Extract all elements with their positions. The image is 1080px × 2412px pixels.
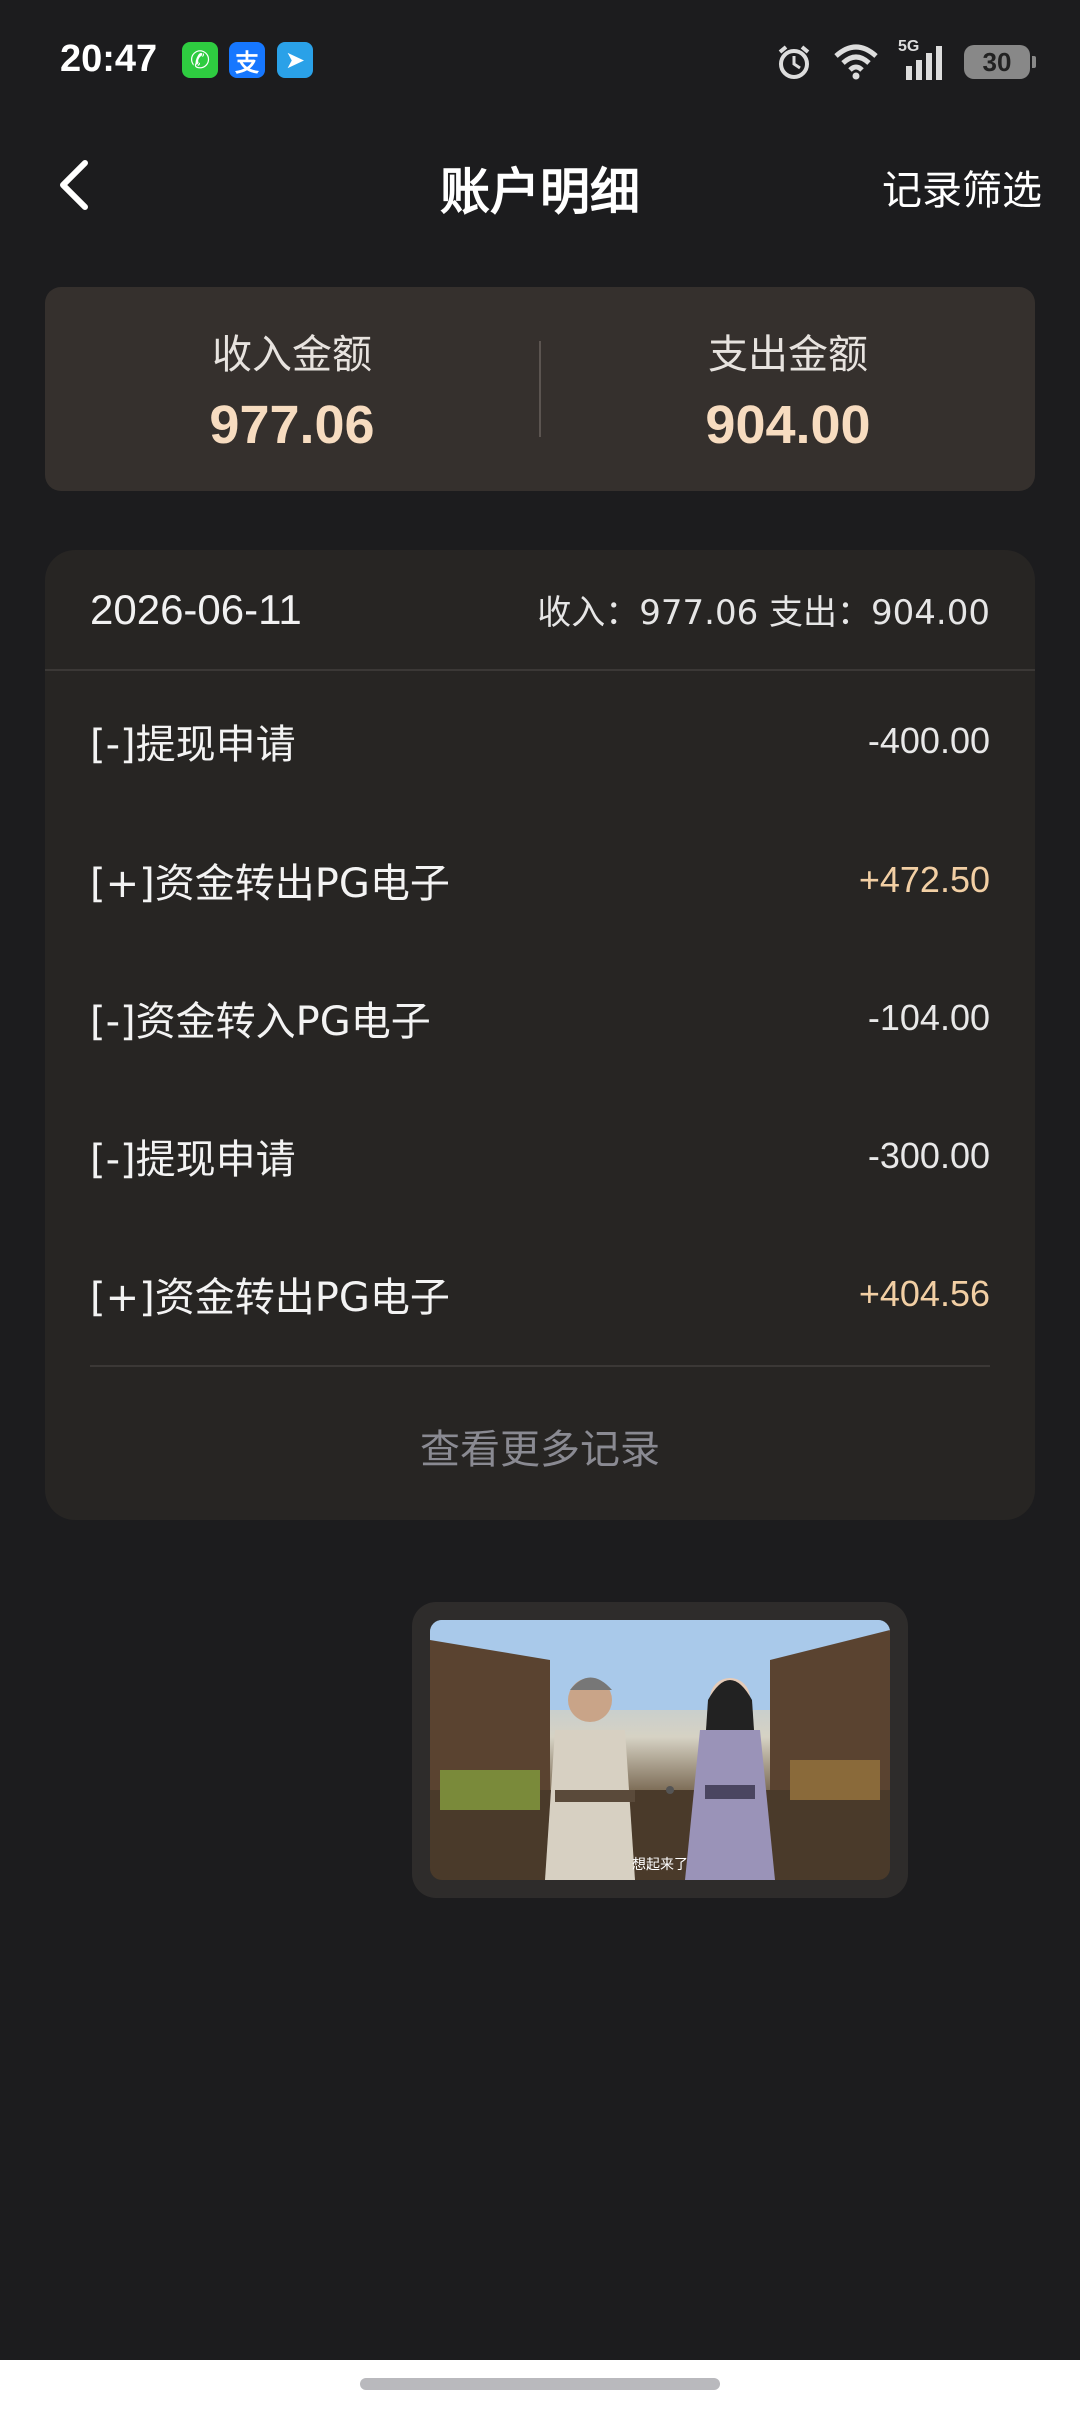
income-value: 977.06 bbox=[209, 395, 375, 455]
day-summary: 收入：977.06 支出：904.00 bbox=[537, 593, 990, 633]
summary-card: 收入金额 977.06 支出金额 904.00 bbox=[45, 287, 1035, 491]
view-more-records-button[interactable]: 查看更多记录 bbox=[45, 1417, 1035, 1475]
status-bar: 20:47 ✆ 支 ➤ 5G 30 bbox=[0, 0, 1080, 120]
income-summary: 收入金额 977.06 bbox=[45, 322, 539, 456]
expense-label: 支出金额 bbox=[708, 332, 868, 378]
records-divider bbox=[90, 1365, 990, 1367]
video-scene-illustration bbox=[430, 1620, 890, 1880]
income-label: 收入金额 bbox=[212, 332, 372, 378]
status-time: 20:47 bbox=[60, 38, 158, 80]
video-thumbnail: 想起来了 bbox=[430, 1620, 890, 1880]
expense-value: 904.00 bbox=[705, 395, 871, 455]
record-row[interactable]: [-]提现申请 -300.00 bbox=[90, 1087, 990, 1225]
records-card: 2026-06-11 收入：977.06 支出：904.00 [-]提现申请 -… bbox=[45, 550, 1035, 1520]
video-caption: 想起来了 bbox=[632, 1857, 688, 1873]
send-app-icon: ➤ bbox=[277, 42, 313, 78]
record-row[interactable]: [+]资金转出PG电子 +404.56 bbox=[90, 1225, 990, 1363]
record-row[interactable]: [+]资金转出PG电子 +472.50 bbox=[90, 811, 990, 949]
records-date-header: 2026-06-11 收入：977.06 支出：904.00 bbox=[45, 550, 1035, 671]
record-amount: -400.00 bbox=[867, 720, 990, 761]
phone-app-icon: ✆ bbox=[182, 42, 218, 78]
status-indicators: 5G 30 bbox=[774, 38, 1036, 86]
record-filter-button[interactable]: 记录筛选 bbox=[882, 158, 1042, 216]
record-amount: -300.00 bbox=[867, 1135, 990, 1176]
record-list: [-]提现申请 -400.00 [+]资金转出PG电子 +472.50 [-]资… bbox=[45, 671, 1035, 1363]
wifi-icon bbox=[834, 44, 878, 80]
record-amount: +404.56 bbox=[858, 1273, 990, 1314]
record-amount: +472.50 bbox=[858, 859, 990, 900]
alarm-icon bbox=[778, 45, 810, 79]
record-title: [+]资金转出PG电子 bbox=[90, 1275, 450, 1321]
header: 账户明细 记录筛选 bbox=[0, 130, 1080, 240]
record-row[interactable]: [-]提现申请 -400.00 bbox=[90, 671, 990, 811]
records-date: 2026-06-11 bbox=[90, 585, 302, 633]
record-title: [+]资金转出PG电子 bbox=[90, 861, 450, 907]
record-title: [-]提现申请 bbox=[90, 722, 296, 768]
home-indicator[interactable] bbox=[360, 2378, 720, 2390]
record-title: [-]提现申请 bbox=[90, 1137, 296, 1183]
floating-video-player[interactable]: 想起来了 bbox=[412, 1602, 908, 1898]
record-title: [-]资金转入PG电子 bbox=[90, 999, 431, 1045]
signal-icon: 5G bbox=[898, 38, 946, 82]
expense-summary: 支出金额 904.00 bbox=[541, 322, 1035, 456]
battery-indicator: 30 bbox=[964, 45, 1036, 79]
alipay-app-icon: 支 bbox=[229, 42, 265, 78]
record-row[interactable]: [-]资金转入PG电子 -104.00 bbox=[90, 949, 990, 1087]
record-amount: -104.00 bbox=[867, 997, 990, 1038]
